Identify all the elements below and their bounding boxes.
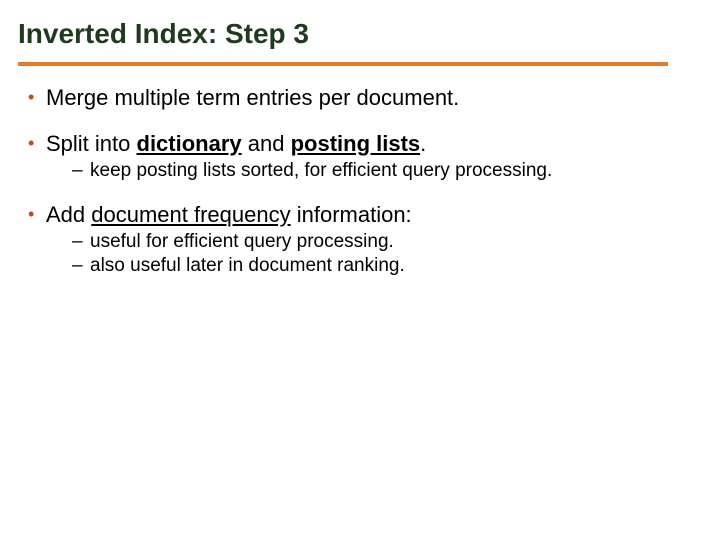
sub-bullet-text: keep posting lists sorted, for efficient…: [90, 160, 552, 181]
slide: Inverted Index: Step 3 Merge multiple te…: [0, 0, 720, 540]
sub-bullet-item: useful for efficient query processing.: [46, 230, 692, 254]
bullet-item-merge: Merge multiple term entries per document…: [18, 84, 692, 112]
text-segment: Split into: [46, 131, 137, 156]
emphasis-posting-lists: posting lists: [291, 131, 421, 156]
bullet-item-docfreq: Add document frequency information: usef…: [18, 201, 692, 278]
sub-bullet-text: useful for efficient query processing.: [90, 231, 394, 252]
text-segment: Add: [46, 202, 91, 227]
slide-title: Inverted Index: Step 3: [18, 18, 692, 50]
bullet-item-split: Split into dictionary and posting lists.…: [18, 130, 692, 183]
bullet-text: Merge multiple term entries per document…: [46, 85, 459, 110]
emphasis-document-frequency: document frequency: [91, 202, 290, 227]
sub-bullet-item: keep posting lists sorted, for efficient…: [46, 159, 692, 183]
sub-bullet-list: keep posting lists sorted, for efficient…: [46, 159, 692, 183]
text-segment: .: [420, 131, 426, 156]
sub-bullet-list: useful for efficient query processing. a…: [46, 230, 692, 278]
bullet-text: Split into dictionary and posting lists.: [46, 131, 426, 156]
title-divider: [18, 62, 668, 66]
bullet-text: Add document frequency information:: [46, 202, 412, 227]
text-segment: and: [242, 131, 291, 156]
sub-bullet-text: also useful later in document ranking.: [90, 255, 405, 276]
sub-bullet-item: also useful later in document ranking.: [46, 254, 692, 278]
bullet-list: Merge multiple term entries per document…: [18, 84, 692, 278]
text-segment: information:: [291, 202, 412, 227]
emphasis-dictionary: dictionary: [137, 131, 242, 156]
